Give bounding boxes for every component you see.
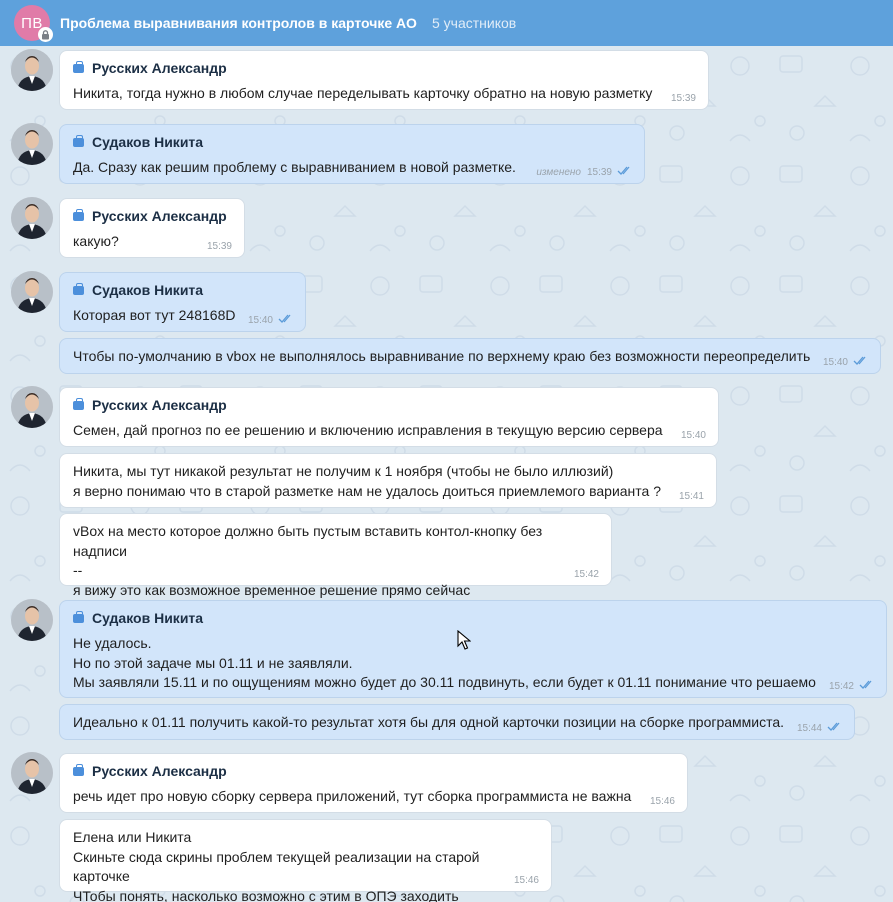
message-meta: 15:42 — [829, 680, 874, 692]
sender-name[interactable]: Судаков Никита — [73, 133, 632, 151]
message-time: 15:39 — [586, 166, 612, 178]
edited-label: изменено — [536, 166, 581, 178]
message-time: 15:41 — [678, 491, 704, 502]
avatar-russkikh[interactable] — [11, 386, 53, 428]
message-bubble[interactable]: Елена или Никита Скиньте сюда скрины про… — [59, 819, 552, 902]
sender-name[interactable]: Судаков Никита — [73, 281, 293, 299]
message-text: Никита, тогда нужно в любом случае перед… — [73, 85, 653, 101]
message-meta: 15:42 — [574, 569, 599, 580]
briefcase-icon — [73, 610, 84, 623]
message-bubble[interactable]: Русских Александр Семен, дай прогноз по … — [59, 387, 719, 447]
message-text: vBox на место которое должно быть пустым… — [73, 523, 543, 598]
person-avatar-icon — [11, 123, 53, 165]
message-meta: 15:39 — [671, 93, 696, 104]
avatar-sudakov[interactable] — [11, 599, 53, 641]
avatar-sudakov[interactable] — [11, 123, 53, 165]
person-avatar-icon — [11, 49, 53, 91]
chat-title[interactable]: Проблема выравнивания контролов в карточ… — [60, 15, 417, 31]
message-meta: 15:46 — [650, 796, 675, 807]
person-avatar-icon — [11, 386, 53, 428]
members-count[interactable]: 5 участников — [432, 15, 516, 31]
message-text: Семен, дай прогноз по ее решению и включ… — [73, 422, 663, 438]
avatar-russkikh[interactable] — [11, 49, 53, 91]
double-check-icon — [853, 356, 868, 368]
sender-name[interactable]: Русских Александр — [73, 207, 232, 225]
sender-name[interactable]: Русских Александр — [73, 396, 706, 414]
message-bubble-outgoing[interactable]: Идеально к 01.11 получить какой-то резул… — [59, 704, 855, 740]
avatar-sudakov[interactable] — [11, 271, 53, 313]
avatar-russkikh[interactable] — [11, 197, 53, 239]
message-time: 15:40 — [822, 356, 848, 368]
message-text: Никита, мы тут никакой результат не полу… — [73, 463, 661, 499]
message-time: 15:40 — [247, 314, 273, 326]
message-time: 15:46 — [649, 796, 675, 807]
lock-icon — [38, 27, 53, 42]
message-time: 15:39 — [206, 241, 232, 252]
double-check-icon — [859, 680, 874, 692]
message-time: 15:46 — [513, 875, 539, 886]
sender-name[interactable]: Русских Александр — [73, 762, 675, 780]
message-text: речь идет про новую сборку сервера прило… — [73, 788, 632, 804]
message-text: Не удалось. Но по этой задаче мы 01.11 и… — [73, 635, 816, 690]
message-time: 15:42 — [828, 680, 854, 692]
message-time: 15:39 — [670, 93, 696, 104]
briefcase-icon — [73, 134, 84, 147]
message-text: Идеально к 01.11 получить какой-то резул… — [73, 714, 785, 730]
message-bubble[interactable]: vBox на место которое должно быть пустым… — [59, 513, 612, 598]
mouse-pointer-icon — [457, 630, 471, 650]
sender-name[interactable]: Русских Александр — [73, 59, 696, 77]
message-text: Чтобы по-умолчанию в vbox не выполнялось… — [73, 348, 811, 364]
message-meta: 15:44 — [797, 722, 842, 734]
message-bubble[interactable]: Русских Александр Никита, тогда нужно в … — [59, 50, 709, 110]
message-meta: 15:40 — [681, 430, 706, 441]
double-check-icon — [827, 722, 842, 734]
message-time: 15:42 — [573, 569, 599, 580]
message-meta: изменено 15:39 — [536, 166, 632, 178]
double-check-icon — [617, 166, 632, 178]
message-bubble-outgoing[interactable]: Судаков Никита Да. Сразу как решим пробл… — [59, 124, 645, 184]
briefcase-icon — [73, 208, 84, 221]
message-meta: 15:39 — [207, 241, 232, 252]
message-bubble-outgoing[interactable]: Судаков Никита Которая вот тут 248168D 1… — [59, 272, 306, 332]
briefcase-icon — [73, 60, 84, 73]
double-check-icon — [278, 314, 293, 326]
briefcase-icon — [73, 282, 84, 295]
person-avatar-icon — [11, 752, 53, 794]
message-time: 15:40 — [680, 430, 706, 441]
person-avatar-icon — [11, 197, 53, 239]
message-bubble[interactable]: Русских Александр какую? 15:39 — [59, 198, 245, 258]
briefcase-icon — [73, 397, 84, 410]
message-bubble[interactable]: Никита, мы тут никакой результат не полу… — [59, 453, 717, 508]
chat-header: ПВ Проблема выравнивания контролов в кар… — [0, 0, 893, 46]
message-bubble-outgoing[interactable]: Судаков Никита Не удалось. Но по этой за… — [59, 600, 887, 698]
sender-name[interactable]: Судаков Никита — [73, 609, 874, 627]
person-avatar-icon — [11, 599, 53, 641]
person-avatar-icon — [11, 271, 53, 313]
briefcase-icon — [73, 763, 84, 776]
message-bubble[interactable]: Русских Александр речь идет про новую сб… — [59, 753, 688, 813]
message-meta: 15:46 — [514, 875, 539, 886]
message-meta: 15:41 — [679, 491, 704, 502]
message-meta: 15:40 — [823, 356, 868, 368]
message-bubble-outgoing[interactable]: Чтобы по-умолчанию в vbox не выполнялось… — [59, 338, 881, 374]
avatar-russkikh[interactable] — [11, 752, 53, 794]
message-meta: 15:40 — [248, 314, 293, 326]
message-text: Елена или Никита Скиньте сюда скрины про… — [73, 829, 480, 902]
message-time: 15:44 — [796, 722, 822, 734]
